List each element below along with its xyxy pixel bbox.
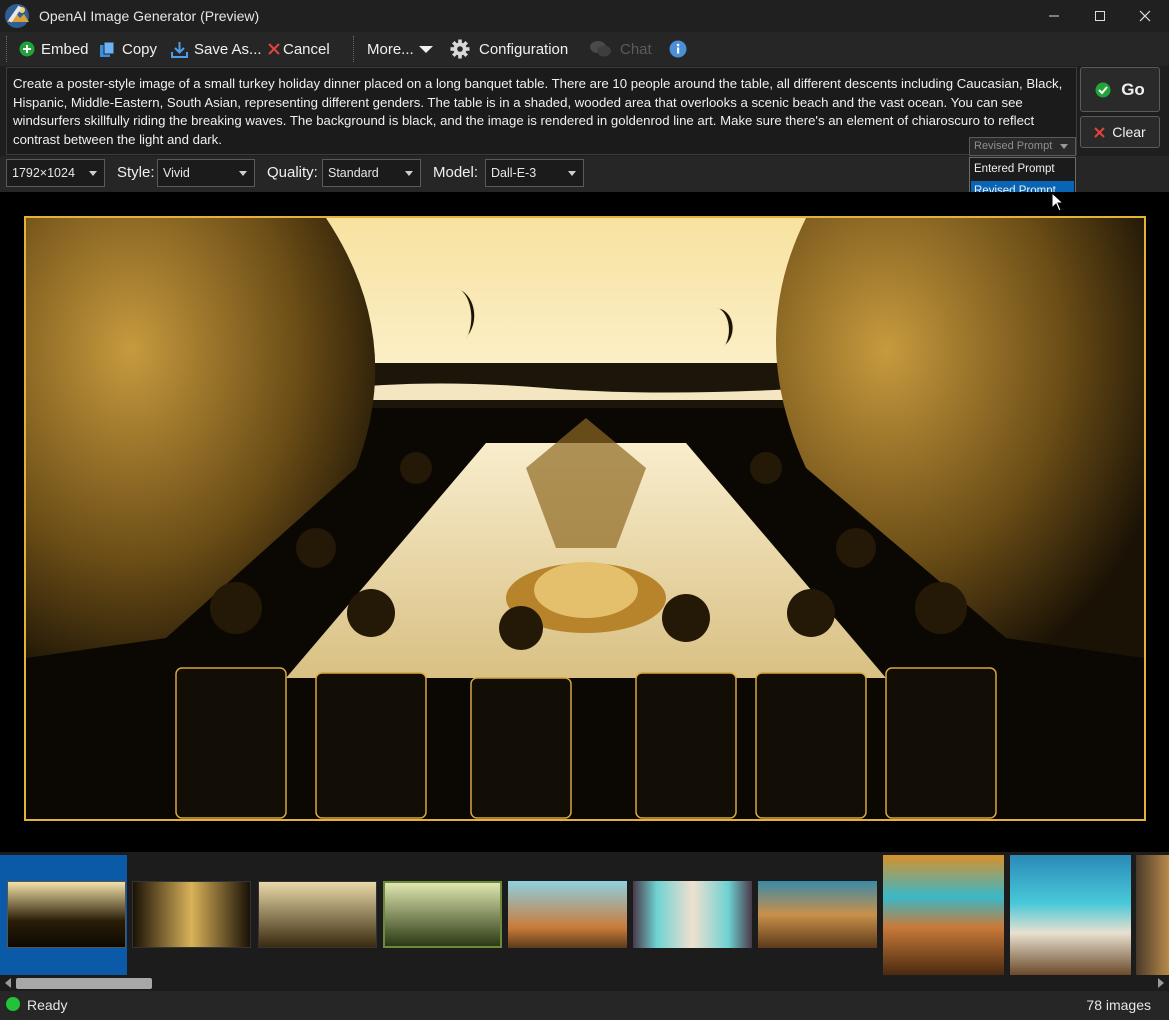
add-icon bbox=[19, 41, 35, 57]
model-value: Dall-E-3 bbox=[491, 166, 537, 180]
toolbar-separator bbox=[353, 36, 356, 62]
cancel-button[interactable]: Cancel bbox=[268, 32, 330, 66]
size-dropdown[interactable]: 1792×1024 bbox=[6, 159, 105, 187]
thumbnail-image[interactable] bbox=[7, 881, 126, 948]
scroll-left-icon[interactable] bbox=[4, 978, 12, 988]
size-value: 1792×1024 bbox=[12, 166, 75, 180]
thumbnail-scrollbar[interactable] bbox=[0, 976, 1169, 991]
generated-image[interactable] bbox=[24, 216, 1146, 821]
scroll-right-icon[interactable] bbox=[1157, 978, 1165, 988]
thumbnail-image[interactable] bbox=[758, 881, 877, 948]
cancel-x-icon bbox=[268, 43, 280, 55]
info-button[interactable] bbox=[669, 32, 693, 66]
thumbnail-image[interactable] bbox=[883, 855, 1004, 975]
dropdown-arrow-icon bbox=[405, 171, 413, 176]
more-label: More... bbox=[367, 40, 414, 58]
copy-label: Copy bbox=[122, 40, 158, 58]
minimize-icon bbox=[1049, 15, 1059, 17]
info-icon bbox=[669, 40, 687, 58]
status-text: Ready bbox=[27, 997, 68, 1013]
scrollbar-thumb[interactable] bbox=[16, 978, 152, 989]
chat-label: Chat bbox=[620, 40, 652, 58]
configuration-button[interactable]: Configuration bbox=[450, 32, 568, 66]
thumbnail-image[interactable] bbox=[508, 881, 627, 948]
clear-x-icon bbox=[1094, 126, 1105, 138]
prompt-mode-select[interactable]: Revised Prompt bbox=[969, 137, 1076, 156]
dropdown-arrow-icon bbox=[1060, 144, 1068, 149]
close-icon bbox=[1139, 10, 1151, 22]
dropdown-arrow-icon bbox=[239, 171, 247, 176]
toolbar-grip bbox=[6, 36, 9, 62]
chevron-down-icon bbox=[418, 46, 433, 53]
model-label: Model: bbox=[433, 164, 479, 181]
option-entered-prompt[interactable]: Entered Prompt bbox=[971, 159, 1074, 179]
maximize-button[interactable] bbox=[1077, 0, 1123, 32]
copy-icon bbox=[100, 41, 115, 57]
thumbnail-image[interactable] bbox=[1010, 855, 1131, 975]
clear-label: Clear bbox=[1112, 124, 1146, 140]
configuration-label: Configuration bbox=[479, 40, 569, 58]
thumbnail-image[interactable] bbox=[1136, 855, 1169, 975]
mouse-cursor-icon bbox=[1051, 192, 1065, 212]
style-label: Style: bbox=[117, 164, 155, 181]
style-dropdown[interactable]: Vivid bbox=[157, 159, 255, 187]
thumbnail-image[interactable] bbox=[258, 881, 377, 948]
save-as-button[interactable]: Save As... bbox=[171, 32, 262, 66]
title-bar: OpenAI Image Generator (Preview) bbox=[0, 0, 1169, 32]
save-as-label: Save As... bbox=[194, 40, 262, 58]
window-title: OpenAI Image Generator (Preview) bbox=[39, 8, 260, 24]
maximize-icon bbox=[1095, 11, 1105, 21]
chat-button[interactable]: Chat bbox=[589, 32, 652, 66]
prompt-textbox[interactable]: Create a poster-style image of a small t… bbox=[6, 67, 1077, 155]
model-dropdown[interactable]: Dall-E-3 bbox=[485, 159, 584, 187]
image-count: 78 images bbox=[1086, 997, 1151, 1013]
quality-dropdown[interactable]: Standard bbox=[322, 159, 421, 187]
thumbnail-image[interactable] bbox=[633, 881, 752, 948]
download-icon bbox=[171, 41, 188, 58]
dropdown-arrow-icon bbox=[568, 171, 576, 176]
cancel-label: Cancel bbox=[283, 40, 330, 58]
close-button[interactable] bbox=[1122, 0, 1168, 32]
more-menu-button[interactable]: More... bbox=[367, 32, 434, 66]
quality-value: Standard bbox=[328, 166, 379, 180]
minimize-button[interactable] bbox=[1031, 0, 1077, 32]
go-label: Go bbox=[1121, 79, 1145, 99]
generated-image-art bbox=[26, 218, 1144, 819]
go-button[interactable]: Go bbox=[1080, 67, 1160, 112]
clear-button[interactable]: Clear bbox=[1080, 116, 1160, 148]
gear-icon bbox=[450, 39, 470, 59]
toolbar: Embed Copy Save As... Cancel More... Con… bbox=[0, 32, 1169, 66]
chat-icon bbox=[590, 41, 611, 57]
prompt-mode-value: Revised Prompt bbox=[974, 140, 1053, 152]
style-value: Vivid bbox=[163, 166, 190, 180]
check-icon bbox=[1095, 82, 1111, 97]
embed-button[interactable]: Embed bbox=[19, 32, 89, 66]
dropdown-arrow-icon bbox=[89, 171, 97, 176]
status-ok-icon bbox=[6, 997, 20, 1011]
copy-button[interactable]: Copy bbox=[99, 32, 157, 66]
app-icon bbox=[5, 4, 29, 28]
thumbnail-image[interactable] bbox=[383, 881, 502, 948]
status-bar: Ready 78 images bbox=[0, 991, 1169, 1020]
quality-label: Quality: bbox=[267, 164, 318, 181]
thumbnail-image[interactable] bbox=[132, 881, 251, 948]
embed-label: Embed bbox=[41, 40, 89, 58]
